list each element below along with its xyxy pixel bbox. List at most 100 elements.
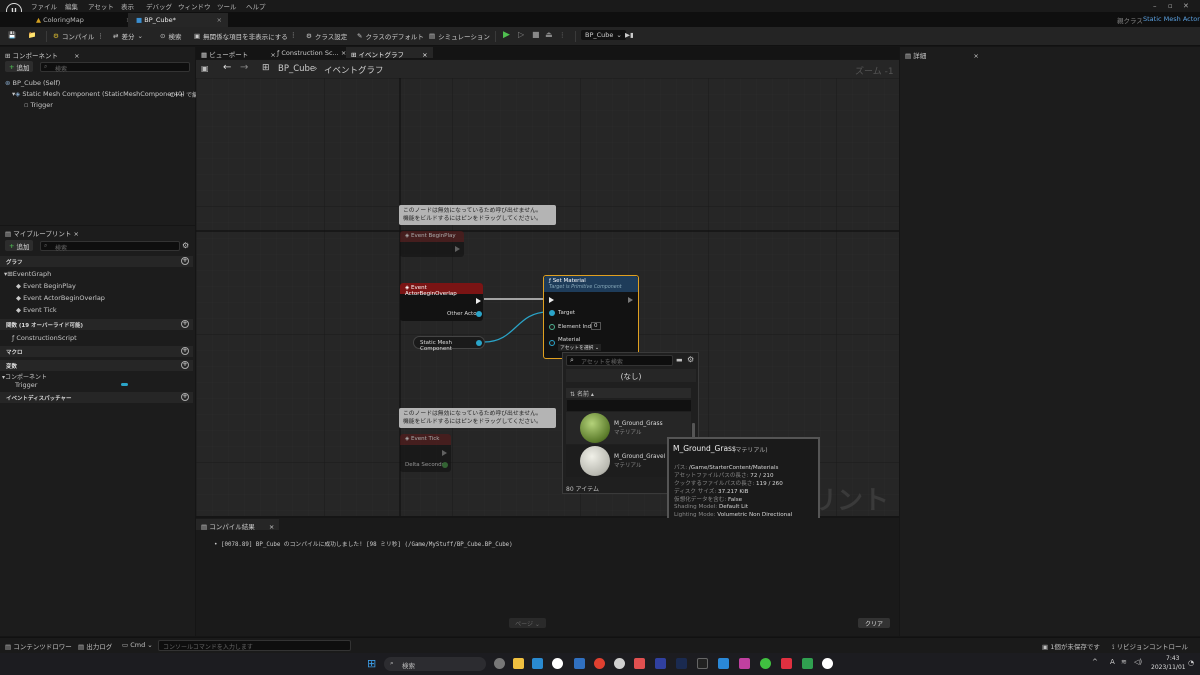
parent-class-link[interactable]: Static Mesh Actor [1143, 15, 1200, 23]
add-graph-icon[interactable]: + [181, 257, 189, 265]
folder-icon[interactable]: ▬ [676, 356, 683, 364]
vscode-icon[interactable] [718, 658, 729, 669]
maximize-icon[interactable]: ▫ [1168, 2, 1173, 10]
element-index-input[interactable]: 0 [591, 322, 601, 330]
close-tab-icon[interactable]: × [73, 230, 78, 238]
back-arrow-icon[interactable]: ← [223, 62, 231, 73]
taskbar-search[interactable]: ⌕ 検索 [384, 657, 486, 671]
hide-unrelated-button[interactable]: ▣ 無関係な項目を非表示にする [194, 31, 288, 41]
gear-icon[interactable]: ⚙ [182, 241, 189, 250]
material-asset-select[interactable]: アセットを選択 ⌄ [558, 344, 602, 351]
volume-icon[interactable]: ◁) [1134, 658, 1142, 666]
forward-arrow-icon[interactable]: → [240, 62, 248, 73]
tab-event-graph[interactable]: ⊞ イベントグラフ × [346, 47, 433, 59]
close-tab-icon[interactable]: × [217, 16, 222, 24]
app-icon[interactable] [574, 658, 585, 669]
static-mesh-out-pin[interactable] [476, 340, 482, 346]
app-icon[interactable] [781, 658, 792, 669]
tab-construction-script[interactable]: ƒ Construction Sc... × [272, 47, 351, 58]
clock-time[interactable]: 7:43 [1166, 655, 1179, 662]
exec-out-pin[interactable] [455, 246, 460, 252]
exec-in-pin[interactable] [549, 297, 554, 303]
exec-out-pin[interactable] [476, 298, 481, 304]
node-event-actor-begin-overlap[interactable]: ◈ Event ActorBeginOverlap Other Actor [400, 283, 483, 321]
blueprint-search-input[interactable]: ⌕ 検索 [40, 241, 180, 252]
hide-unrelated-options[interactable]: ⋮ [290, 31, 297, 39]
file-explorer-icon[interactable] [513, 658, 524, 669]
find-button[interactable]: ⊙ 検索 [160, 31, 181, 41]
delta-seconds-pin[interactable] [442, 462, 448, 468]
tab-my-blueprint[interactable]: ▤ マイブループリント × [0, 226, 84, 238]
epic-games-icon[interactable] [697, 658, 708, 669]
tree-item-trigger[interactable]: ▫ Trigger [24, 101, 53, 109]
unreal-engine-taskbar-icon[interactable] [822, 658, 833, 669]
stop-icon[interactable]: ■ [532, 30, 540, 39]
add-member-button[interactable]: + 追加 [5, 240, 34, 251]
console-command-input[interactable]: コンソールコマンドを入力します [158, 640, 351, 651]
output-log-button[interactable]: ▤ 出力ログ [78, 641, 112, 651]
tree-item-static-mesh[interactable]: ▾◈ Static Mesh Component (StaticMeshComp… [12, 90, 185, 98]
source-control-button[interactable]: ⟟ リビジョンコントロール [1112, 641, 1188, 652]
tree-item-self[interactable]: ⊛ BP_Cube (Self) [5, 79, 60, 87]
notification-icon[interactable]: ◔ [1188, 659, 1194, 667]
unsaved-indicator[interactable]: ▣ 1個が未保存です [1042, 641, 1100, 651]
add-function-icon[interactable]: + [181, 320, 189, 328]
app-icon[interactable] [760, 658, 771, 669]
debug-browse-icon[interactable]: ▶▮ [625, 31, 634, 39]
simulation-button[interactable]: ▤ シミュレーション [429, 31, 490, 41]
exec-out-pin[interactable] [628, 297, 633, 303]
menu-view[interactable]: 表示 [121, 1, 134, 11]
exec-out-pin[interactable] [442, 450, 447, 456]
app-icon[interactable] [532, 658, 543, 669]
chevron-up-icon[interactable]: ^ [1092, 658, 1098, 666]
component-search-input[interactable]: ⌕ 検索 [40, 62, 190, 73]
close-tab-icon[interactable]: × [973, 52, 978, 60]
cmd-select[interactable]: ▭ Cmd ⌄ [122, 641, 153, 649]
node-static-mesh-component[interactable]: Static Mesh Component [413, 336, 485, 352]
app-icon[interactable] [634, 658, 645, 669]
menu-asset[interactable]: アセット [88, 1, 114, 11]
graph-menu-icon[interactable]: ▣ [201, 64, 209, 73]
asset-search-input[interactable]: ⌕ アセットを検索 [566, 355, 673, 366]
tab-compile-results[interactable]: ▤ コンパイル結果 × [196, 519, 280, 531]
ime-language-indicator[interactable]: A [1110, 658, 1115, 666]
kebab-icon[interactable]: ⋮ [97, 32, 104, 40]
menu-file[interactable]: ファイル [31, 1, 57, 11]
tab-coloringmap[interactable]: ▲ ColoringMap × [28, 13, 139, 27]
tree-item-components-category[interactable]: ▾コンポーネント [2, 372, 47, 381]
menu-help[interactable]: ヘルプ [246, 1, 266, 11]
app-icon[interactable] [802, 658, 813, 669]
app-icon[interactable] [655, 658, 666, 669]
add-macro-icon[interactable]: + [181, 347, 189, 355]
compile-button[interactable]: ⚙ コンパイル ⋮ [53, 31, 104, 41]
play-icon[interactable]: ▶ [503, 30, 510, 40]
add-variable-icon[interactable]: + [181, 361, 189, 369]
content-drawer-button[interactable]: ▤ コンテンツドロワー [5, 641, 72, 651]
wifi-icon[interactable]: ≋ [1121, 658, 1127, 666]
steam-icon[interactable] [676, 658, 687, 669]
target-pin[interactable] [549, 310, 555, 316]
add-component-button[interactable]: + 追加 [5, 61, 34, 72]
add-dispatcher-icon[interactable]: + [181, 393, 189, 401]
variable-trigger[interactable]: Trigger [15, 381, 37, 389]
close-tab-icon[interactable]: × [422, 51, 427, 59]
page-select[interactable]: ページ ⌄ [509, 618, 546, 628]
gear-icon[interactable]: ⚙ [687, 355, 694, 364]
material-pin[interactable] [549, 340, 555, 346]
settings-app-icon[interactable] [494, 658, 505, 669]
debug-object-select[interactable]: BP_Cube ⌄ [581, 30, 626, 40]
close-tab-icon[interactable]: × [269, 523, 274, 531]
edit-cpp-link[interactable]: C++ で編 [170, 90, 198, 99]
node-event-beginplay[interactable]: ◈ Event BeginPlay [400, 231, 464, 257]
save-icon[interactable]: 💾 [8, 31, 16, 39]
section-functions[interactable]: 関数 (19 オーバーライド可能) + [0, 319, 193, 330]
tree-item-eventgraph[interactable]: ▾⊞EventGraph [4, 270, 51, 278]
other-actor-pin[interactable] [476, 311, 482, 317]
step-icon[interactable]: ▷ [518, 30, 524, 39]
node-set-material[interactable]: ƒ Set Material Target is Primitive Compon… [543, 275, 639, 359]
chrome-icon[interactable] [594, 658, 605, 669]
minimize-icon[interactable]: – [1153, 2, 1157, 10]
tab-components[interactable]: ⊞ コンポーネント × [0, 48, 85, 60]
clock-date[interactable]: 2023/11/01 [1151, 664, 1186, 671]
app-icon[interactable] [739, 658, 750, 669]
